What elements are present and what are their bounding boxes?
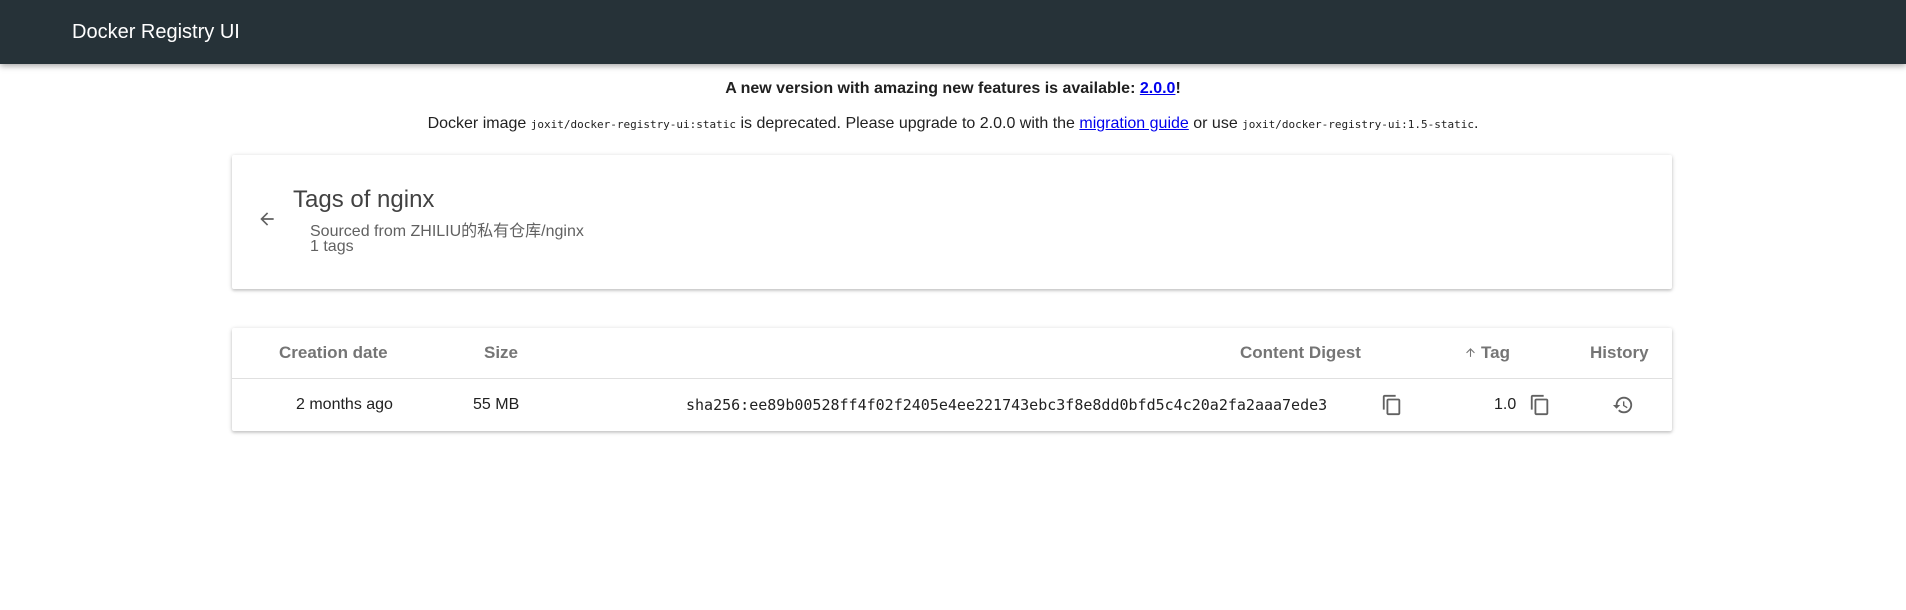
cell-creation-date: 2 months ago xyxy=(296,396,393,413)
column-header-size[interactable]: Size xyxy=(484,328,518,378)
deprecation-text-3: or use xyxy=(1188,115,1243,132)
column-header-content-digest[interactable]: Content Digest xyxy=(1240,328,1361,378)
history-button[interactable] xyxy=(1611,393,1635,417)
column-header-tag[interactable]: Tag xyxy=(1464,328,1510,378)
app-toolbar: Docker Registry UI xyxy=(0,0,1906,64)
cell-content-digest: sha256:ee89b00528ff4f02f2405e4ee221743eb… xyxy=(686,396,1328,414)
cell-size: 55 MB xyxy=(473,396,520,413)
new-version-notice: A new version with amazing new features … xyxy=(0,80,1906,98)
notice-text: A new version with amazing new features … xyxy=(725,80,1140,97)
back-button[interactable] xyxy=(250,202,284,236)
deprecation-text-4: . xyxy=(1473,115,1479,132)
page-title: Tags of nginx xyxy=(293,186,435,213)
copy-digest-button[interactable] xyxy=(1380,393,1404,417)
tags-table: Creation date Size Content Digest Tag Hi… xyxy=(232,328,1672,431)
column-header-history: History xyxy=(1590,343,1649,362)
column-header-creation-date[interactable]: Creation date xyxy=(279,328,388,378)
cell-tag: 1.0 xyxy=(1494,396,1517,413)
version-link[interactable]: 2.0.0 xyxy=(1140,80,1176,97)
tag-count: 1 tags xyxy=(310,238,354,255)
recommended-image-name: joxit/docker-registry-ui:1.5-static xyxy=(1242,118,1474,131)
deprecation-notice: Docker image joxit/docker-registry-ui:st… xyxy=(0,115,1906,133)
migration-guide-link[interactable]: migration guide xyxy=(1079,115,1188,132)
history-icon xyxy=(1612,396,1633,414)
app-title[interactable]: Docker Registry UI xyxy=(72,0,240,64)
tags-header-card: Tags of nginx Sourced from ZHILIU的私有仓库/n… xyxy=(232,155,1672,289)
arrow-up-icon xyxy=(1466,348,1475,357)
copy-icon xyxy=(1382,394,1401,416)
column-header-tag-label: Tag xyxy=(1481,343,1510,362)
copy-icon xyxy=(1530,394,1549,416)
arrow-left-icon xyxy=(260,212,274,226)
copy-tag-button[interactable] xyxy=(1528,393,1552,417)
deprecated-image-name: joxit/docker-registry-ui:static xyxy=(530,118,737,131)
deprecation-text-2: is deprecated. Please upgrade to 2.0.0 w… xyxy=(736,115,1080,132)
notice-suffix: ! xyxy=(1175,80,1181,97)
deprecation-text-1: Docker image xyxy=(427,115,531,132)
